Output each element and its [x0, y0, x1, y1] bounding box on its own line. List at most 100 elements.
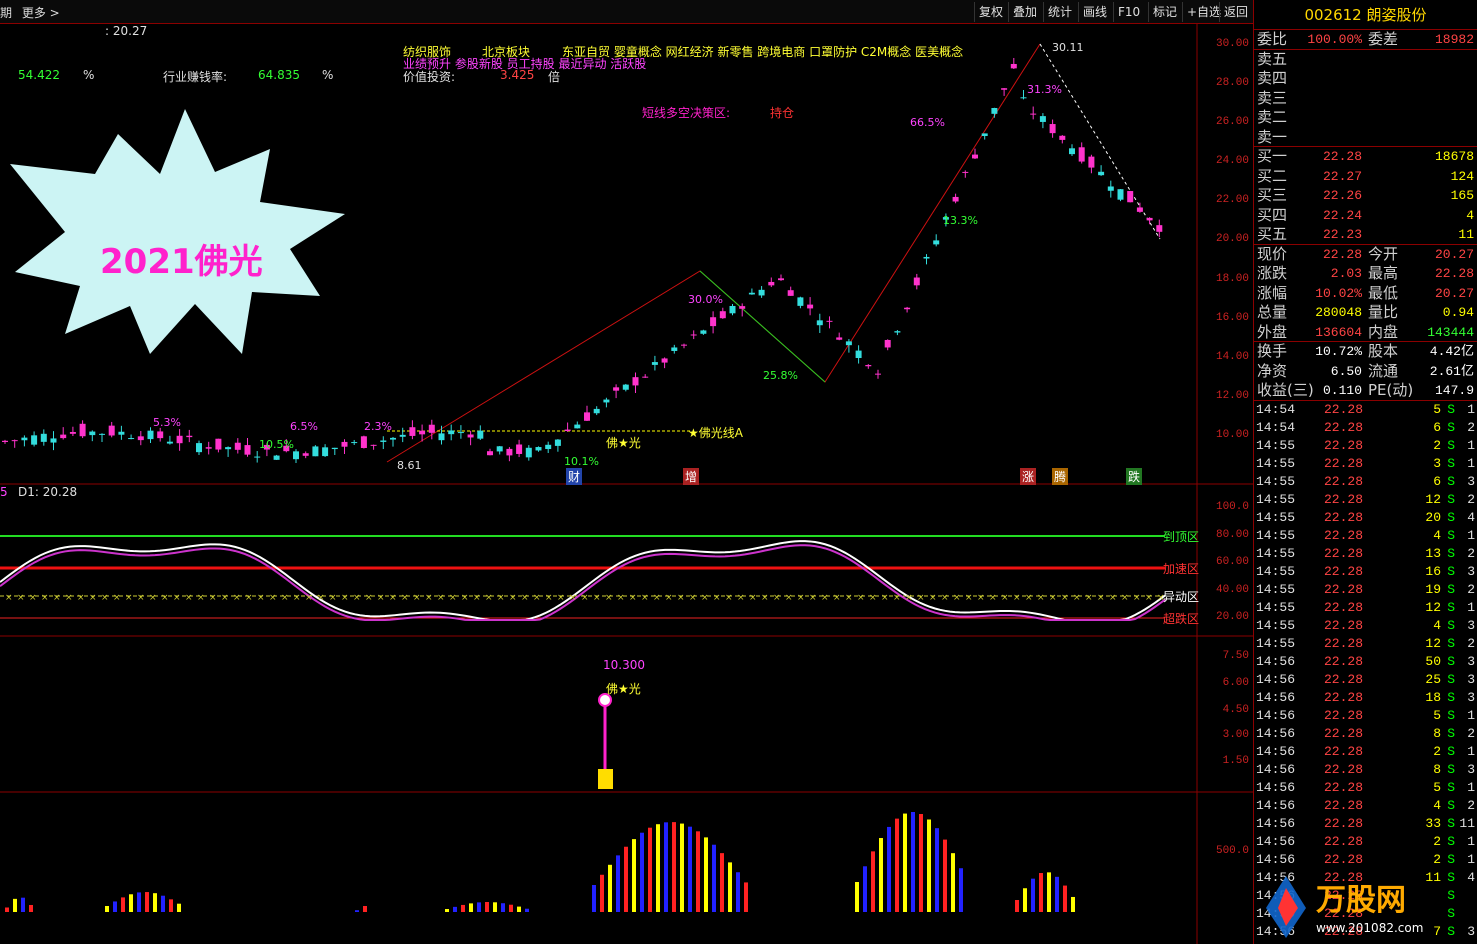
- industry-profit-unit: %: [322, 68, 334, 82]
- move-zone-marker: ×: [905, 593, 913, 603]
- move-zone-marker: ×: [977, 593, 985, 603]
- restore-rights-button[interactable]: 复权: [974, 2, 1007, 22]
- tick-row: 14:56 22.28 2 S 1: [1254, 743, 1477, 761]
- mark-button[interactable]: 标记: [1148, 2, 1181, 22]
- tick-price: 22.28: [1324, 707, 1364, 723]
- candle-body: [564, 429, 571, 432]
- volume-bar: [169, 899, 173, 912]
- event-tag[interactable]: 增: [683, 468, 700, 485]
- volume-bar: [720, 853, 724, 912]
- move-zone-marker: ×: [17, 593, 25, 603]
- buy-row: 买四 22.24 4: [1254, 206, 1477, 226]
- move-zone-marker: ×: [197, 593, 205, 603]
- stat-value: 143444: [1427, 324, 1474, 340]
- tick-count: 1: [1467, 779, 1475, 795]
- event-tag[interactable]: 跌: [1126, 468, 1143, 485]
- f10-button[interactable]: F10: [1113, 2, 1144, 22]
- tick-count: 2: [1467, 419, 1475, 435]
- tick-time: 14:55: [1256, 617, 1296, 633]
- tick-row: 14:54 22.28 6 S 2: [1254, 419, 1477, 437]
- buy-row: 买三 22.26 165: [1254, 186, 1477, 206]
- candle-body: [865, 365, 872, 367]
- y-axis-label: 26.00: [1215, 116, 1249, 128]
- event-tag[interactable]: 财: [566, 468, 583, 485]
- weibi-row: 委比 100.00% 委差 18982: [1254, 30, 1477, 50]
- value-invest-unit: 倍: [548, 70, 561, 84]
- y-axis-label: 14.00: [1215, 351, 1249, 363]
- candle-body: [884, 339, 891, 348]
- candle-body: [816, 320, 823, 326]
- volume-bar: [919, 814, 923, 912]
- move-zone-marker: ×: [389, 593, 397, 603]
- chart-area[interactable]: × × × × × × × × × × × × × × × × × × × × × × × × × × × × × × × × × × × × × × × ×…: [0, 24, 1253, 944]
- cursor-value: : 20.27: [105, 24, 148, 38]
- tick-time: 14:55: [1256, 437, 1296, 453]
- tick-row: 14:55 22.28 3 S 1: [1254, 455, 1477, 473]
- tick-side: S: [1447, 851, 1455, 867]
- event-tag[interactable]: 腾: [1052, 468, 1069, 485]
- candle-body: [69, 431, 76, 434]
- move-zone-marker: ×: [473, 593, 481, 603]
- volume-bar: [1023, 888, 1027, 912]
- osc-y-label: 80.00: [1215, 529, 1249, 541]
- move-zone-marker: ×: [245, 593, 253, 603]
- candle-body: [1146, 217, 1153, 221]
- tick-volume: 11: [1425, 869, 1441, 885]
- draw-line-button[interactable]: 画线: [1078, 2, 1111, 22]
- candle-body: [108, 425, 115, 436]
- volume-bar: [469, 903, 473, 912]
- tick-time: 14:56: [1256, 743, 1296, 759]
- tick-price: 22.28: [1324, 473, 1364, 489]
- volume-bar: [640, 832, 644, 912]
- weicha-label: 委差: [1368, 30, 1399, 48]
- tick-side: S: [1447, 599, 1455, 615]
- volume-bar: [509, 904, 513, 912]
- tick-time: 14:55: [1256, 509, 1296, 525]
- move-zone-marker: ×: [533, 593, 541, 603]
- stock-code: 002612: [1304, 6, 1362, 24]
- candle-body: [545, 444, 552, 450]
- event-tag[interactable]: 涨: [1020, 468, 1037, 485]
- value-invest-num: 3.425: [500, 68, 535, 82]
- stat-value: 2.61亿: [1429, 363, 1474, 379]
- tick-volume: 12: [1425, 491, 1441, 507]
- move-zone-marker: ×: [89, 593, 97, 603]
- candle-body: [875, 373, 881, 375]
- volume-bar: [624, 846, 628, 912]
- wave-line-green: [699, 270, 826, 383]
- quote-sidebar: 002612 朗姿股份 委比 100.00% 委差 18982 卖五 卖四 卖三 卖二…: [1253, 0, 1477, 944]
- tick-side: S: [1447, 779, 1455, 795]
- candle-body: [79, 423, 86, 437]
- move-zone-marker: ×: [797, 593, 805, 603]
- tick-time: 14:56: [1256, 779, 1296, 795]
- back-button[interactable]: 返回: [1219, 2, 1252, 22]
- volume-bar: [485, 902, 489, 912]
- move-zone-marker: ×: [689, 593, 697, 603]
- weibi-label: 委比: [1257, 30, 1288, 48]
- more-menu[interactable]: 更多 >: [22, 6, 60, 20]
- move-zone-marker: ×: [1061, 593, 1069, 603]
- move-zone-marker: ×: [221, 593, 229, 603]
- volume-bar: [1015, 900, 1019, 912]
- period-tab[interactable]: 期: [0, 6, 12, 20]
- tick-row: 14:56 22.28 S: [1254, 905, 1477, 923]
- candle-body: [719, 311, 726, 319]
- tick-time: 14:55: [1256, 545, 1296, 561]
- tick-count: 1: [1467, 707, 1475, 723]
- tick-time: 14:55: [1256, 599, 1296, 615]
- volume-bar: [871, 851, 875, 912]
- candle-body: [1030, 113, 1037, 115]
- candle-body: [535, 447, 542, 451]
- stat-value: 10.72%: [1315, 344, 1362, 359]
- candle-body: [215, 438, 222, 450]
- tick-side: S: [1447, 455, 1455, 471]
- tick-row: 14:55 22.28 19 S 2: [1254, 581, 1477, 599]
- tick-list[interactable]: 14:54 22.28 5 S 1 14:54 22.28 6 S 2 14:55 22.28 2 S 1 1…: [1254, 401, 1477, 941]
- tick-side: S: [1447, 509, 1455, 525]
- move-zone-marker: ×: [485, 593, 493, 603]
- decision-label: 短线多空决策区:: [642, 106, 731, 120]
- overlay-button[interactable]: 叠加: [1008, 2, 1041, 22]
- statistics-button[interactable]: 统计: [1043, 2, 1076, 22]
- move-zone-marker: ×: [1121, 593, 1129, 603]
- osc-title: D1: 20.28: [18, 485, 78, 499]
